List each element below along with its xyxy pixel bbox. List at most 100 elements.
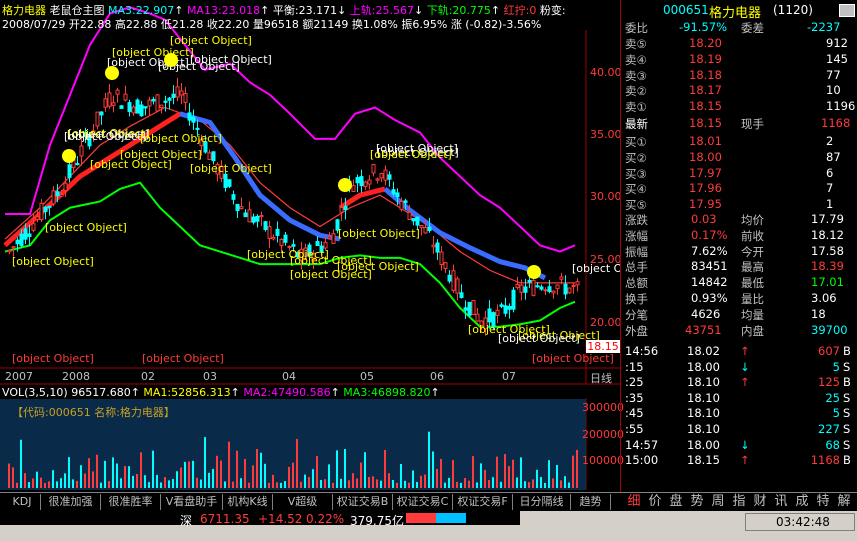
bar-info-line: 2008/07/29 开22.88 高22.88 低21.28 收22.20 量… <box>2 16 541 32</box>
tick-row: 14:57 18.00 ↓ 68 S <box>621 438 857 453</box>
bid-price: 17.95 <box>689 197 722 212</box>
tick-price: 18.02 <box>687 344 720 358</box>
indicator-tab[interactable]: 很准加强 <box>41 494 101 510</box>
price-axis-30: 30.00 <box>590 190 622 203</box>
ask-label: 卖① <box>625 100 647 115</box>
volume-bar <box>152 450 154 488</box>
volume-bar <box>256 448 258 488</box>
indicator-tab[interactable]: V看盘助手 <box>161 494 223 510</box>
indicator-tab[interactable]: 趋势 <box>571 494 611 510</box>
candle-body <box>547 286 552 292</box>
indicator-tab[interactable]: V超级MACD <box>273 494 333 524</box>
quote-tab[interactable]: 周 <box>708 493 728 510</box>
period-label[interactable]: 日线 <box>590 370 612 386</box>
candle-body <box>555 284 560 290</box>
volume-bar <box>420 475 422 488</box>
volume-bar <box>348 480 350 488</box>
candle-body <box>539 286 544 290</box>
quote-tab[interactable]: 价 <box>645 493 665 510</box>
bid-label: 买④ <box>625 182 647 197</box>
candle-body <box>543 289 548 292</box>
indicator-tab[interactable]: KDJ <box>4 494 41 510</box>
indicator-tab[interactable]: 机构K线 <box>223 494 273 510</box>
volume-bar <box>412 470 414 488</box>
candle-body <box>183 92 188 103</box>
candle-body <box>439 251 444 265</box>
ask-row: 卖① 18.15 1196 <box>621 99 857 114</box>
candle-body <box>559 276 564 280</box>
vol-ma1: MA1:52856.313 <box>143 386 231 399</box>
bid-label: 买② <box>625 150 647 165</box>
volume-bar <box>380 480 382 488</box>
quote-tab[interactable]: 财 <box>750 493 770 510</box>
volume-bar <box>464 478 466 488</box>
vol-ma3-arrow: ↑ <box>430 386 440 399</box>
candle-body <box>443 262 448 269</box>
time-axis-07: 07 <box>502 370 516 383</box>
candle-body <box>263 221 268 231</box>
quote-code: 000651 <box>663 3 709 17</box>
stat-label-2: 均价 <box>741 213 764 227</box>
indicator-tab[interactable]: 很准胜率 <box>101 494 161 510</box>
clock-box: 03:42:48 <box>745 513 855 531</box>
volume-bar <box>276 482 278 488</box>
volume-bar <box>300 481 302 488</box>
candle-body <box>423 227 428 234</box>
quote-tab[interactable]: 解 <box>834 493 854 510</box>
volume-bar <box>520 457 522 488</box>
volume-bar <box>476 482 478 488</box>
indicator-tab[interactable]: 权证交易C <box>393 494 453 510</box>
candle-body <box>259 214 264 218</box>
candle-body <box>567 287 572 294</box>
volume-bar <box>568 482 570 488</box>
quote-tab[interactable]: 讯 <box>771 493 791 510</box>
volume-bar <box>160 482 162 488</box>
quote-tab[interactable]: 势 <box>687 493 707 510</box>
indicator-tab[interactable]: 权证交易B <box>333 494 393 510</box>
candle-body <box>519 284 524 293</box>
tick-arrow: ↑ <box>740 344 750 358</box>
volume-bar <box>340 478 342 488</box>
ask-price: 18.15 <box>689 99 722 114</box>
candle-body <box>415 216 420 226</box>
inner-value: 39700 <box>811 323 848 337</box>
quote-tab[interactable]: 指 <box>729 493 749 510</box>
indicator-tab[interactable]: 日分隔线 <box>513 494 571 510</box>
kline-chart-panel[interactable]: [object Object] [object Object] [object Ob… <box>0 0 624 492</box>
candle-body <box>551 290 556 294</box>
quote-tab[interactable]: 特 <box>813 493 833 510</box>
quote-tab[interactable]: 成 <box>792 493 812 510</box>
quote-tab[interactable]: 盘 <box>666 493 686 510</box>
tick-arrow: ↑ <box>740 375 750 390</box>
stat-value: 4626 <box>691 306 721 321</box>
window-button[interactable] <box>839 4 855 17</box>
tick-row: 15:00 18.15 ↑ 1168 B <box>621 453 857 468</box>
volume-bar <box>92 471 94 488</box>
volume-bar <box>176 471 178 488</box>
chart-annotation: [object Object] <box>112 46 194 59</box>
vol-ma2: MA2:47490.586 <box>243 386 331 399</box>
smiley-icon <box>62 149 76 163</box>
tick-price: 18.10 <box>687 390 720 405</box>
quote-header: 000651 格力电器 (1120) <box>621 0 857 21</box>
indicator-tab[interactable]: 权证交易F <box>453 494 513 510</box>
tick-price: 18.10 <box>687 406 720 421</box>
volume-bar <box>304 474 306 488</box>
volume-bar <box>108 481 110 488</box>
candle-body <box>503 305 508 314</box>
quote-tab[interactable]: 细 <box>624 493 644 510</box>
clock-time: 03:42:48 <box>776 515 830 529</box>
stat-label-2: 今开 <box>741 244 764 259</box>
volume-bar <box>228 441 230 488</box>
volume-bar <box>572 455 574 488</box>
outer-inner-row: 外盘 43751 内盘 39700 <box>621 323 857 338</box>
candle-body <box>427 226 432 232</box>
stat-value: 14842 <box>691 275 728 290</box>
candle-body <box>151 98 156 102</box>
vol-ma2-arrow: ↑ <box>330 386 340 399</box>
candle-body <box>339 206 344 213</box>
candle-body <box>223 173 228 188</box>
stat-label-2: 前收 <box>741 228 764 243</box>
volume-bar <box>564 476 566 488</box>
volume-bar <box>272 474 274 488</box>
